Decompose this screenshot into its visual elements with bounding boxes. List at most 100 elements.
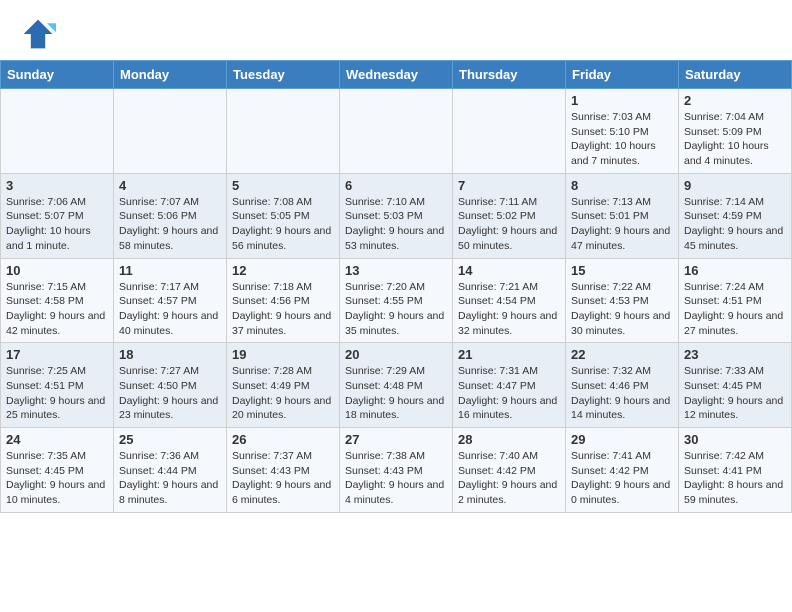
day-number: 24	[6, 432, 108, 447]
day-info: Sunrise: 7:42 AM Sunset: 4:41 PM Dayligh…	[684, 449, 786, 508]
day-info: Sunrise: 7:06 AM Sunset: 5:07 PM Dayligh…	[6, 195, 108, 254]
day-info: Sunrise: 7:27 AM Sunset: 4:50 PM Dayligh…	[119, 364, 221, 423]
day-info: Sunrise: 7:41 AM Sunset: 4:42 PM Dayligh…	[571, 449, 673, 508]
calendar-cell: 28 Sunrise: 7:40 AM Sunset: 4:42 PM Dayli…	[453, 428, 566, 513]
calendar-cell: 1 Sunrise: 7:03 AM Sunset: 5:10 PM Daylig…	[566, 89, 679, 174]
day-info: Sunrise: 7:08 AM Sunset: 5:05 PM Dayligh…	[232, 195, 334, 254]
day-info: Sunrise: 7:35 AM Sunset: 4:45 PM Dayligh…	[6, 449, 108, 508]
calendar-cell: 5 Sunrise: 7:08 AM Sunset: 5:05 PM Daylig…	[227, 173, 340, 258]
day-info: Sunrise: 7:40 AM Sunset: 4:42 PM Dayligh…	[458, 449, 560, 508]
day-number: 30	[684, 432, 786, 447]
day-info: Sunrise: 7:25 AM Sunset: 4:51 PM Dayligh…	[6, 364, 108, 423]
day-number: 8	[571, 178, 673, 193]
calendar-cell: 13 Sunrise: 7:20 AM Sunset: 4:55 PM Dayli…	[340, 258, 453, 343]
header-row: SundayMondayTuesdayWednesdayThursdayFrid…	[1, 61, 792, 89]
day-number: 21	[458, 347, 560, 362]
day-info: Sunrise: 7:33 AM Sunset: 4:45 PM Dayligh…	[684, 364, 786, 423]
calendar-cell: 21 Sunrise: 7:31 AM Sunset: 4:47 PM Dayli…	[453, 343, 566, 428]
day-number: 15	[571, 263, 673, 278]
day-number: 2	[684, 93, 786, 108]
day-number: 28	[458, 432, 560, 447]
day-number: 12	[232, 263, 334, 278]
calendar-cell	[114, 89, 227, 174]
calendar-cell	[340, 89, 453, 174]
calendar-cell: 26 Sunrise: 7:37 AM Sunset: 4:43 PM Dayli…	[227, 428, 340, 513]
calendar-cell: 10 Sunrise: 7:15 AM Sunset: 4:58 PM Dayli…	[1, 258, 114, 343]
day-info: Sunrise: 7:04 AM Sunset: 5:09 PM Dayligh…	[684, 110, 786, 169]
day-info: Sunrise: 7:29 AM Sunset: 4:48 PM Dayligh…	[345, 364, 447, 423]
calendar-cell: 7 Sunrise: 7:11 AM Sunset: 5:02 PM Daylig…	[453, 173, 566, 258]
calendar-cell: 24 Sunrise: 7:35 AM Sunset: 4:45 PM Dayli…	[1, 428, 114, 513]
day-number: 11	[119, 263, 221, 278]
day-number: 4	[119, 178, 221, 193]
calendar-cell: 15Sunrise: 7:22 AM Sunset: 4:53 PM Dayli…	[566, 258, 679, 343]
week-row-5: 24 Sunrise: 7:35 AM Sunset: 4:45 PM Dayli…	[1, 428, 792, 513]
day-info: Sunrise: 7:14 AM Sunset: 4:59 PM Dayligh…	[684, 195, 786, 254]
calendar-cell: 22 Sunrise: 7:32 AM Sunset: 4:46 PM Dayli…	[566, 343, 679, 428]
calendar-cell	[1, 89, 114, 174]
day-info: Sunrise: 7:24 AM Sunset: 4:51 PM Dayligh…	[684, 280, 786, 339]
day-info: Sunrise: 7:15 AM Sunset: 4:58 PM Dayligh…	[6, 280, 108, 339]
calendar-cell	[453, 89, 566, 174]
day-info: Sunrise: 7:36 AM Sunset: 4:44 PM Dayligh…	[119, 449, 221, 508]
day-number: 26	[232, 432, 334, 447]
day-info: Sunrise: 7:13 AM Sunset: 5:01 PM Dayligh…	[571, 195, 673, 254]
calendar-cell: 16Sunrise: 7:24 AM Sunset: 4:51 PM Dayli…	[679, 258, 792, 343]
day-info: Sunrise: 7:31 AM Sunset: 4:47 PM Dayligh…	[458, 364, 560, 423]
calendar-cell: 20 Sunrise: 7:29 AM Sunset: 4:48 PM Dayli…	[340, 343, 453, 428]
day-number: 9	[684, 178, 786, 193]
logo-icon	[20, 16, 56, 52]
calendar-body: 1 Sunrise: 7:03 AM Sunset: 5:10 PM Daylig…	[1, 89, 792, 513]
calendar-cell: 17 Sunrise: 7:25 AM Sunset: 4:51 PM Dayli…	[1, 343, 114, 428]
day-number: 13	[345, 263, 447, 278]
calendar-cell: 19 Sunrise: 7:28 AM Sunset: 4:49 PM Dayli…	[227, 343, 340, 428]
day-number: 18	[119, 347, 221, 362]
header-day-sunday: Sunday	[1, 61, 114, 89]
day-info: Sunrise: 7:10 AM Sunset: 5:03 PM Dayligh…	[345, 195, 447, 254]
day-number: 25	[119, 432, 221, 447]
day-number: 7	[458, 178, 560, 193]
calendar-cell: 14 Sunrise: 7:21 AM Sunset: 4:54 PM Dayli…	[453, 258, 566, 343]
day-number: 10	[6, 263, 108, 278]
logo	[20, 16, 60, 52]
calendar-cell: 9 Sunrise: 7:14 AM Sunset: 4:59 PM Daylig…	[679, 173, 792, 258]
day-number: 23	[684, 347, 786, 362]
calendar-cell: 29Sunrise: 7:41 AM Sunset: 4:42 PM Dayli…	[566, 428, 679, 513]
header-day-saturday: Saturday	[679, 61, 792, 89]
calendar-cell: 30 Sunrise: 7:42 AM Sunset: 4:41 PM Dayli…	[679, 428, 792, 513]
day-info: Sunrise: 7:21 AM Sunset: 4:54 PM Dayligh…	[458, 280, 560, 339]
day-info: Sunrise: 7:18 AM Sunset: 4:56 PM Dayligh…	[232, 280, 334, 339]
day-number: 5	[232, 178, 334, 193]
day-number: 17	[6, 347, 108, 362]
header-day-monday: Monday	[114, 61, 227, 89]
day-number: 20	[345, 347, 447, 362]
day-info: Sunrise: 7:32 AM Sunset: 4:46 PM Dayligh…	[571, 364, 673, 423]
calendar-cell: 27 Sunrise: 7:38 AM Sunset: 4:43 PM Dayli…	[340, 428, 453, 513]
calendar-cell: 8 Sunrise: 7:13 AM Sunset: 5:01 PM Daylig…	[566, 173, 679, 258]
day-number: 1	[571, 93, 673, 108]
day-info: Sunrise: 7:28 AM Sunset: 4:49 PM Dayligh…	[232, 364, 334, 423]
day-info: Sunrise: 7:11 AM Sunset: 5:02 PM Dayligh…	[458, 195, 560, 254]
header-day-tuesday: Tuesday	[227, 61, 340, 89]
day-info: Sunrise: 7:37 AM Sunset: 4:43 PM Dayligh…	[232, 449, 334, 508]
calendar-cell: 11 Sunrise: 7:17 AM Sunset: 4:57 PM Dayli…	[114, 258, 227, 343]
calendar-cell: 23 Sunrise: 7:33 AM Sunset: 4:45 PM Dayli…	[679, 343, 792, 428]
calendar-cell: 25 Sunrise: 7:36 AM Sunset: 4:44 PM Dayli…	[114, 428, 227, 513]
day-number: 22	[571, 347, 673, 362]
day-number: 3	[6, 178, 108, 193]
week-row-4: 17 Sunrise: 7:25 AM Sunset: 4:51 PM Dayli…	[1, 343, 792, 428]
calendar-cell: 4 Sunrise: 7:07 AM Sunset: 5:06 PM Daylig…	[114, 173, 227, 258]
week-row-1: 1 Sunrise: 7:03 AM Sunset: 5:10 PM Daylig…	[1, 89, 792, 174]
calendar-cell: 3 Sunrise: 7:06 AM Sunset: 5:07 PM Daylig…	[1, 173, 114, 258]
calendar-cell: 12 Sunrise: 7:18 AM Sunset: 4:56 PM Dayli…	[227, 258, 340, 343]
day-number: 19	[232, 347, 334, 362]
day-info: Sunrise: 7:38 AM Sunset: 4:43 PM Dayligh…	[345, 449, 447, 508]
day-number: 14	[458, 263, 560, 278]
calendar-header: SundayMondayTuesdayWednesdayThursdayFrid…	[1, 61, 792, 89]
week-row-2: 3 Sunrise: 7:06 AM Sunset: 5:07 PM Daylig…	[1, 173, 792, 258]
day-info: Sunrise: 7:17 AM Sunset: 4:57 PM Dayligh…	[119, 280, 221, 339]
day-number: 27	[345, 432, 447, 447]
day-info: Sunrise: 7:07 AM Sunset: 5:06 PM Dayligh…	[119, 195, 221, 254]
day-info: Sunrise: 7:03 AM Sunset: 5:10 PM Dayligh…	[571, 110, 673, 169]
day-info: Sunrise: 7:20 AM Sunset: 4:55 PM Dayligh…	[345, 280, 447, 339]
